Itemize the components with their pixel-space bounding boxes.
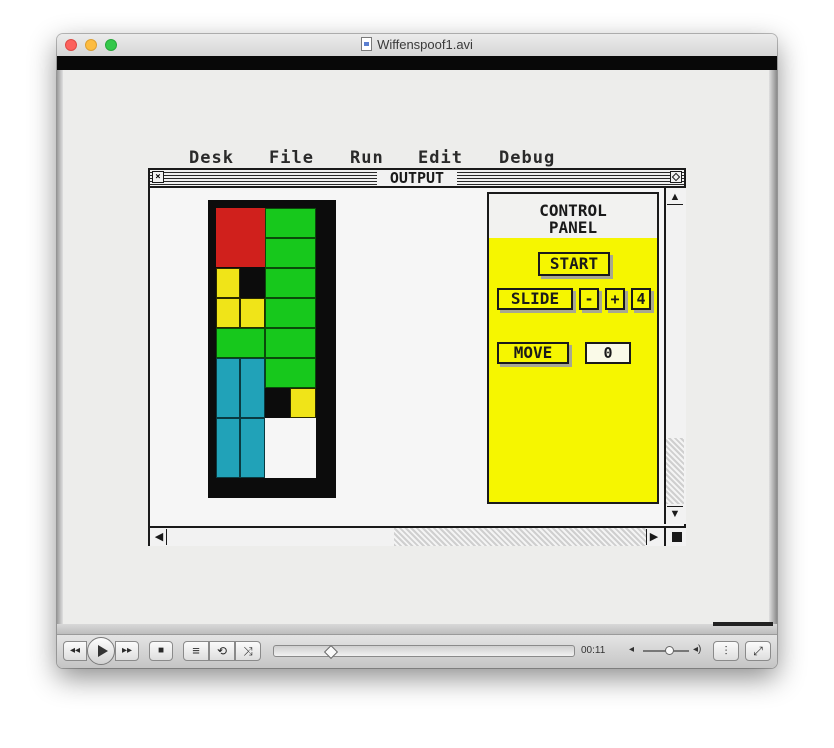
scroll-down-arrow-icon: ▼ [667,506,683,521]
puzzle-tile-yellow [290,388,316,418]
output-vertical-scrollbar: ▲ ▼ [664,188,686,524]
control-panel: CONTROL PANEL START SLIDE - + 4 MOVE 0 [487,192,659,504]
volume-knob[interactable] [665,646,674,655]
slide-value: 4 [631,288,651,310]
puzzle-tile-teal [216,418,240,478]
title-bar: Wiffenspoof1.avi [57,34,777,57]
puzzle-tile-yellow [240,298,265,328]
play-button[interactable] [87,637,115,665]
scroll-up-arrow-icon: ▲ [667,190,683,205]
menu-desk: Desk [189,148,234,168]
puzzle-tile-yellow [216,298,240,328]
output-horizontal-scrollbar: ◀ ▶ [150,526,684,546]
output-grow-box [664,526,686,546]
loop-button[interactable]: ⟲ [209,641,235,661]
video-edge-right [769,70,777,626]
playlist-button[interactable]: ≡ [183,641,209,661]
menu-debug: Debug [499,148,556,168]
output-window: × OUTPUT CONTROL PANEL START SLIDE - + 4… [148,168,686,546]
player-window: Wiffenspoof1.avi Desk File Run Edit Debu… [57,34,777,668]
video-edge-left [57,70,63,626]
sliding-puzzle [208,200,336,498]
control-panel-title-line2: PANEL [548,218,598,237]
video-file-icon [361,37,373,51]
output-close-box: × [152,171,164,183]
video-letterbox-bottom [57,624,777,634]
shuffle-button[interactable]: ⤨ [235,641,261,661]
puzzle-tile-green [265,208,316,238]
control-panel-title-line1: CONTROL [539,201,607,220]
move-counter: 0 [585,342,631,364]
puzzle-tile-green [265,238,316,268]
stop-button[interactable]: ■ [149,641,173,661]
slide-minus-button: - [579,288,599,310]
slide-button: SLIDE [497,288,573,310]
puzzle-tile-red [216,208,265,267]
scroll-right-arrow-icon: ▶ [646,529,661,545]
output-zoom-box [670,171,682,183]
puzzle-tile-green [216,328,265,358]
volume-high-icon[interactable]: ◂) [693,644,701,655]
menu-run: Run [350,148,384,168]
control-panel-body [489,238,657,502]
video-frame[interactable]: Desk File Run Edit Debug × OUTPUT CONTRO… [57,56,777,634]
video-letterbox-top [57,56,777,70]
window-title: Wiffenspoof1.avi [57,37,777,52]
menu-file: File [269,148,314,168]
fast-forward-button[interactable]: ▸▸ [115,641,139,661]
move-label: MOVE [497,342,569,364]
slide-plus-button: + [605,288,625,310]
video-noise-bar [713,622,773,626]
puzzle-tile-green [265,268,316,298]
seek-bar[interactable] [273,644,575,660]
volume-slider[interactable] [643,646,689,655]
elapsed-time: 00:11 [581,645,606,656]
seek-knob[interactable] [324,644,339,660]
output-window-title: OUTPUT [377,170,457,186]
player-controls: ◂◂ ▸▸ ■ ≡ ⟲ ⤨ 00:11 ◂ ◂) ⫶ ⤢ [57,634,777,668]
fullscreen-button[interactable]: ⤢ [745,641,771,661]
puzzle-tile-teal [216,358,240,418]
scroll-left-arrow-icon: ◀ [152,529,167,545]
window-title-text: Wiffenspoof1.avi [377,37,473,52]
vertical-scroll-track [666,438,684,504]
puzzle-tile-green [265,298,316,328]
puzzle-empty-space [265,418,316,478]
horizontal-scroll-track [394,528,646,546]
start-button: START [538,252,610,276]
volume-low-icon[interactable]: ◂ [629,644,634,655]
puzzle-tile-teal [240,358,265,418]
menu-edit: Edit [418,148,463,168]
rewind-button[interactable]: ◂◂ [63,641,87,661]
puzzle-tile-green [265,358,316,388]
output-window-titlebar: × OUTPUT [150,170,684,188]
equalizer-button[interactable]: ⫶ [713,641,739,661]
puzzle-tile-yellow [216,268,240,298]
puzzle-tile-green [265,328,316,358]
puzzle-tile-teal [240,418,265,478]
